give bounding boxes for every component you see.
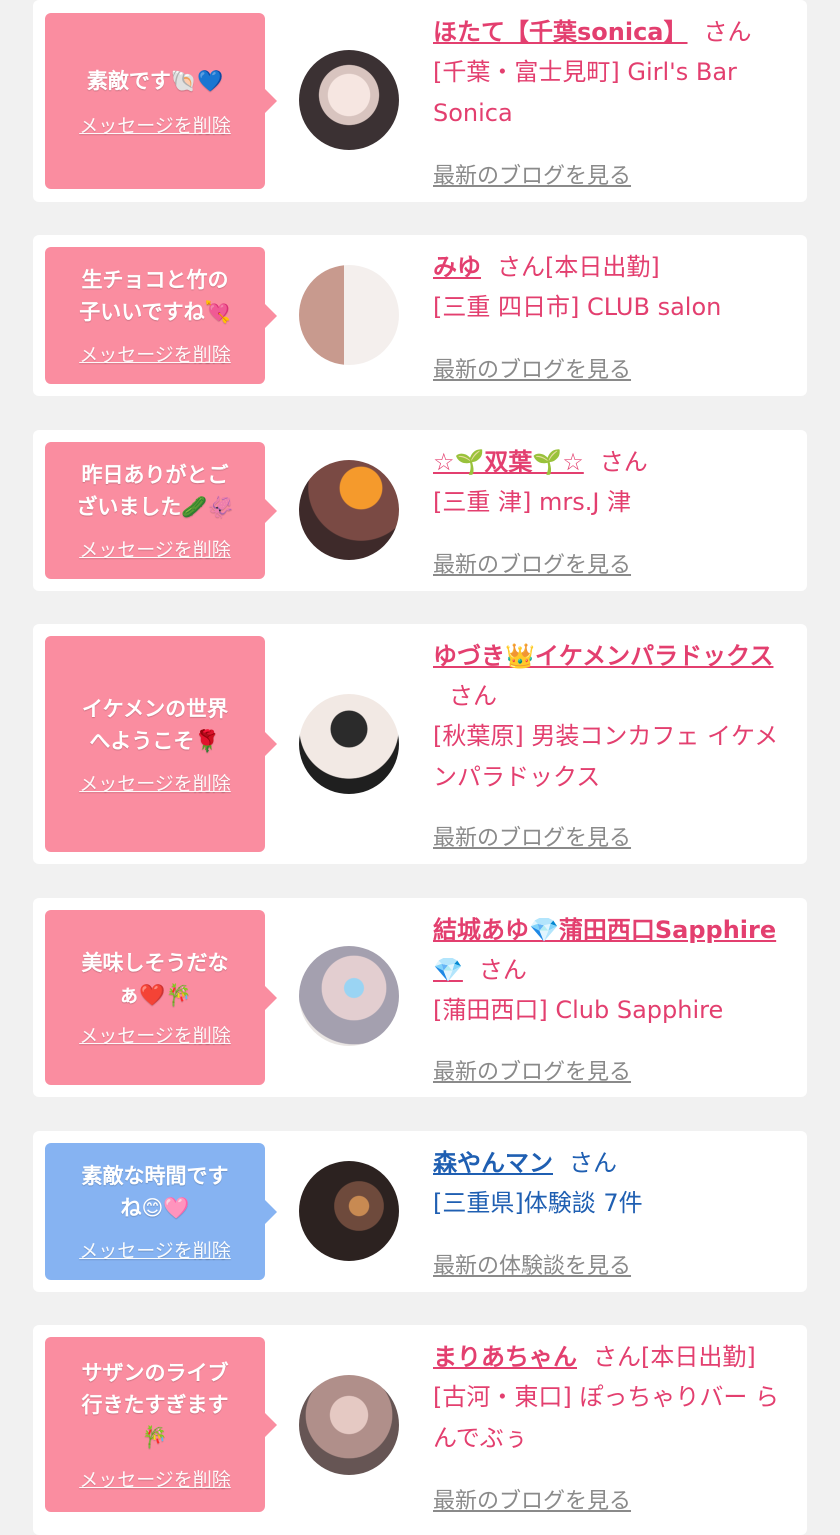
message-card: 生チョコと竹の子いいですね💘 メッセージを削除 みゆ さん[本日出勤] [三重 四… <box>33 235 807 396</box>
message-card: サザンのライブ行きたすぎます🎋 メッセージを削除 まりあちゃん さん[本日出勤] … <box>33 1325 807 1535</box>
profile-name-link[interactable]: ほたて【千葉sonica】 <box>433 18 688 46</box>
message-card: 美味しそうだなぁ❤️🎋 メッセージを削除 結城あゆ💎蒲田西口Sapphire💎 さ… <box>33 898 807 1097</box>
delete-message-link[interactable]: メッセージを削除 <box>79 535 231 562</box>
profile-name-link[interactable]: ☆🌱双葉🌱☆ <box>433 448 584 476</box>
avatar[interactable] <box>299 460 399 560</box>
message-list: 素敵です🐚💙 メッセージを削除 ほたて【千葉sonica】 さん [千葉・富士見町… <box>0 0 840 1535</box>
delete-message-link[interactable]: メッセージを削除 <box>79 1021 231 1048</box>
message-card: 素敵です🐚💙 メッセージを削除 ほたて【千葉sonica】 さん [千葉・富士見町… <box>33 0 807 202</box>
latest-blog-link[interactable]: 最新のブログを見る <box>433 547 631 579</box>
message-card: 昨日ありがとございました🥒🦑 メッセージを削除 ☆🌱双葉🌱☆ さん [三重 津] … <box>33 430 807 591</box>
name-suffix: さん <box>703 18 752 46</box>
avatar[interactable] <box>299 50 399 150</box>
message-bubble: 素敵です🐚💙 メッセージを削除 <box>45 13 277 189</box>
latest-blog-link[interactable]: 最新のブログを見る <box>433 820 631 852</box>
message-bubble: 素敵な時間ですね😊🩷 メッセージを削除 <box>45 1143 277 1280</box>
message-text: 昨日ありがとございました🥒🦑 <box>76 463 234 519</box>
delete-message-link[interactable]: メッセージを削除 <box>79 769 231 796</box>
message-text: 素敵です🐚💙 <box>86 68 224 93</box>
latest-blog-link[interactable]: 最新のブログを見る <box>433 1483 631 1515</box>
message-bubble: 昨日ありがとございました🥒🦑 メッセージを削除 <box>45 442 277 579</box>
shop-info: [秋葉原] 男装コンカフェ イケメンパラドックス <box>433 722 779 791</box>
profile-info: ゆづき👑イケメンパラドックスさん [秋葉原] 男装コンカフェ イケメンパラドック… <box>433 636 793 856</box>
avatar[interactable] <box>299 694 399 794</box>
avatar[interactable] <box>299 1375 399 1475</box>
avatar[interactable] <box>299 265 399 365</box>
name-suffix: さん[本日出勤] <box>593 1343 756 1371</box>
delete-message-link[interactable]: メッセージを削除 <box>79 1465 231 1492</box>
shop-info: [三重 四日市] CLUB salon <box>433 293 722 321</box>
profile-name-link[interactable]: みゆ <box>433 253 481 281</box>
message-bubble: イケメンの世界へようこそ🌹 メッセージを削除 <box>45 636 277 852</box>
profile-info: みゆ さん[本日出勤] [三重 四日市] CLUB salon 最新のブログを見る <box>433 247 793 387</box>
delete-message-link[interactable]: メッセージを削除 <box>79 111 231 138</box>
shop-info: [三重県]体験談 7件 <box>433 1189 643 1217</box>
profile-info: ほたて【千葉sonica】 さん [千葉・富士見町] Girl's Bar Son… <box>433 12 793 192</box>
name-suffix: さん <box>478 956 527 984</box>
avatar[interactable] <box>299 946 399 1046</box>
profile-name-link[interactable]: 森やんマン <box>433 1149 553 1177</box>
name-suffix: さん[本日出勤] <box>497 253 660 281</box>
name-suffix: さん <box>599 448 648 476</box>
profile-info: まりあちゃん さん[本日出勤] [古河・東口] ぽっちゃりバー らんでぶぅ 最新の… <box>433 1337 793 1527</box>
message-text: 美味しそうだなぁ❤️🎋 <box>81 951 229 1007</box>
latest-blog-link[interactable]: 最新のブログを見る <box>433 352 631 384</box>
profile-info: ☆🌱双葉🌱☆ さん [三重 津] mrs.J 津 最新のブログを見る <box>433 442 793 582</box>
latest-blog-link[interactable]: 最新のブログを見る <box>433 158 631 190</box>
message-text: 生チョコと竹の子いいですね💘 <box>79 268 231 324</box>
message-bubble: 美味しそうだなぁ❤️🎋 メッセージを削除 <box>45 910 277 1085</box>
shop-info: [三重 津] mrs.J 津 <box>433 488 632 516</box>
latest-experience-link[interactable]: 最新の体験談を見る <box>433 1248 631 1280</box>
message-text: 素敵な時間ですね😊🩷 <box>81 1164 229 1220</box>
profile-name-link[interactable]: ゆづき👑イケメンパラドックス <box>433 642 773 670</box>
profile-info: 森やんマン さん [三重県]体験談 7件 最新の体験談を見る <box>433 1143 793 1283</box>
profile-name-link[interactable]: まりあちゃん <box>433 1343 577 1371</box>
shop-info: [古河・東口] ぽっちゃりバー らんでぶぅ <box>433 1383 779 1452</box>
message-text: イケメンの世界へようこそ🌹 <box>81 696 229 753</box>
profile-info: 結城あゆ💎蒲田西口Sapphire💎 さん [蒲田西口] Club Sapphir… <box>433 910 793 1090</box>
avatar[interactable] <box>299 1161 399 1261</box>
message-card: 素敵な時間ですね😊🩷 メッセージを削除 森やんマン さん [三重県]体験談 7件 … <box>33 1131 807 1292</box>
delete-message-link[interactable]: メッセージを削除 <box>79 1236 231 1263</box>
shop-info: [蒲田西口] Club Sapphire <box>433 996 724 1024</box>
delete-message-link[interactable]: メッセージを削除 <box>79 340 231 367</box>
shop-info: [千葉・富士見町] Girl's Bar Sonica <box>433 58 737 127</box>
name-suffix: さん <box>569 1149 617 1177</box>
message-card: イケメンの世界へようこそ🌹 メッセージを削除 ゆづき👑イケメンパラドックスさん … <box>33 624 807 864</box>
message-text: サザンのライブ行きたすぎます🎋 <box>81 1361 229 1449</box>
name-suffix: さん <box>449 682 497 710</box>
message-bubble: サザンのライブ行きたすぎます🎋 メッセージを削除 <box>45 1337 277 1512</box>
latest-blog-link[interactable]: 最新のブログを見る <box>433 1054 631 1086</box>
message-bubble: 生チョコと竹の子いいですね💘 メッセージを削除 <box>45 247 277 384</box>
